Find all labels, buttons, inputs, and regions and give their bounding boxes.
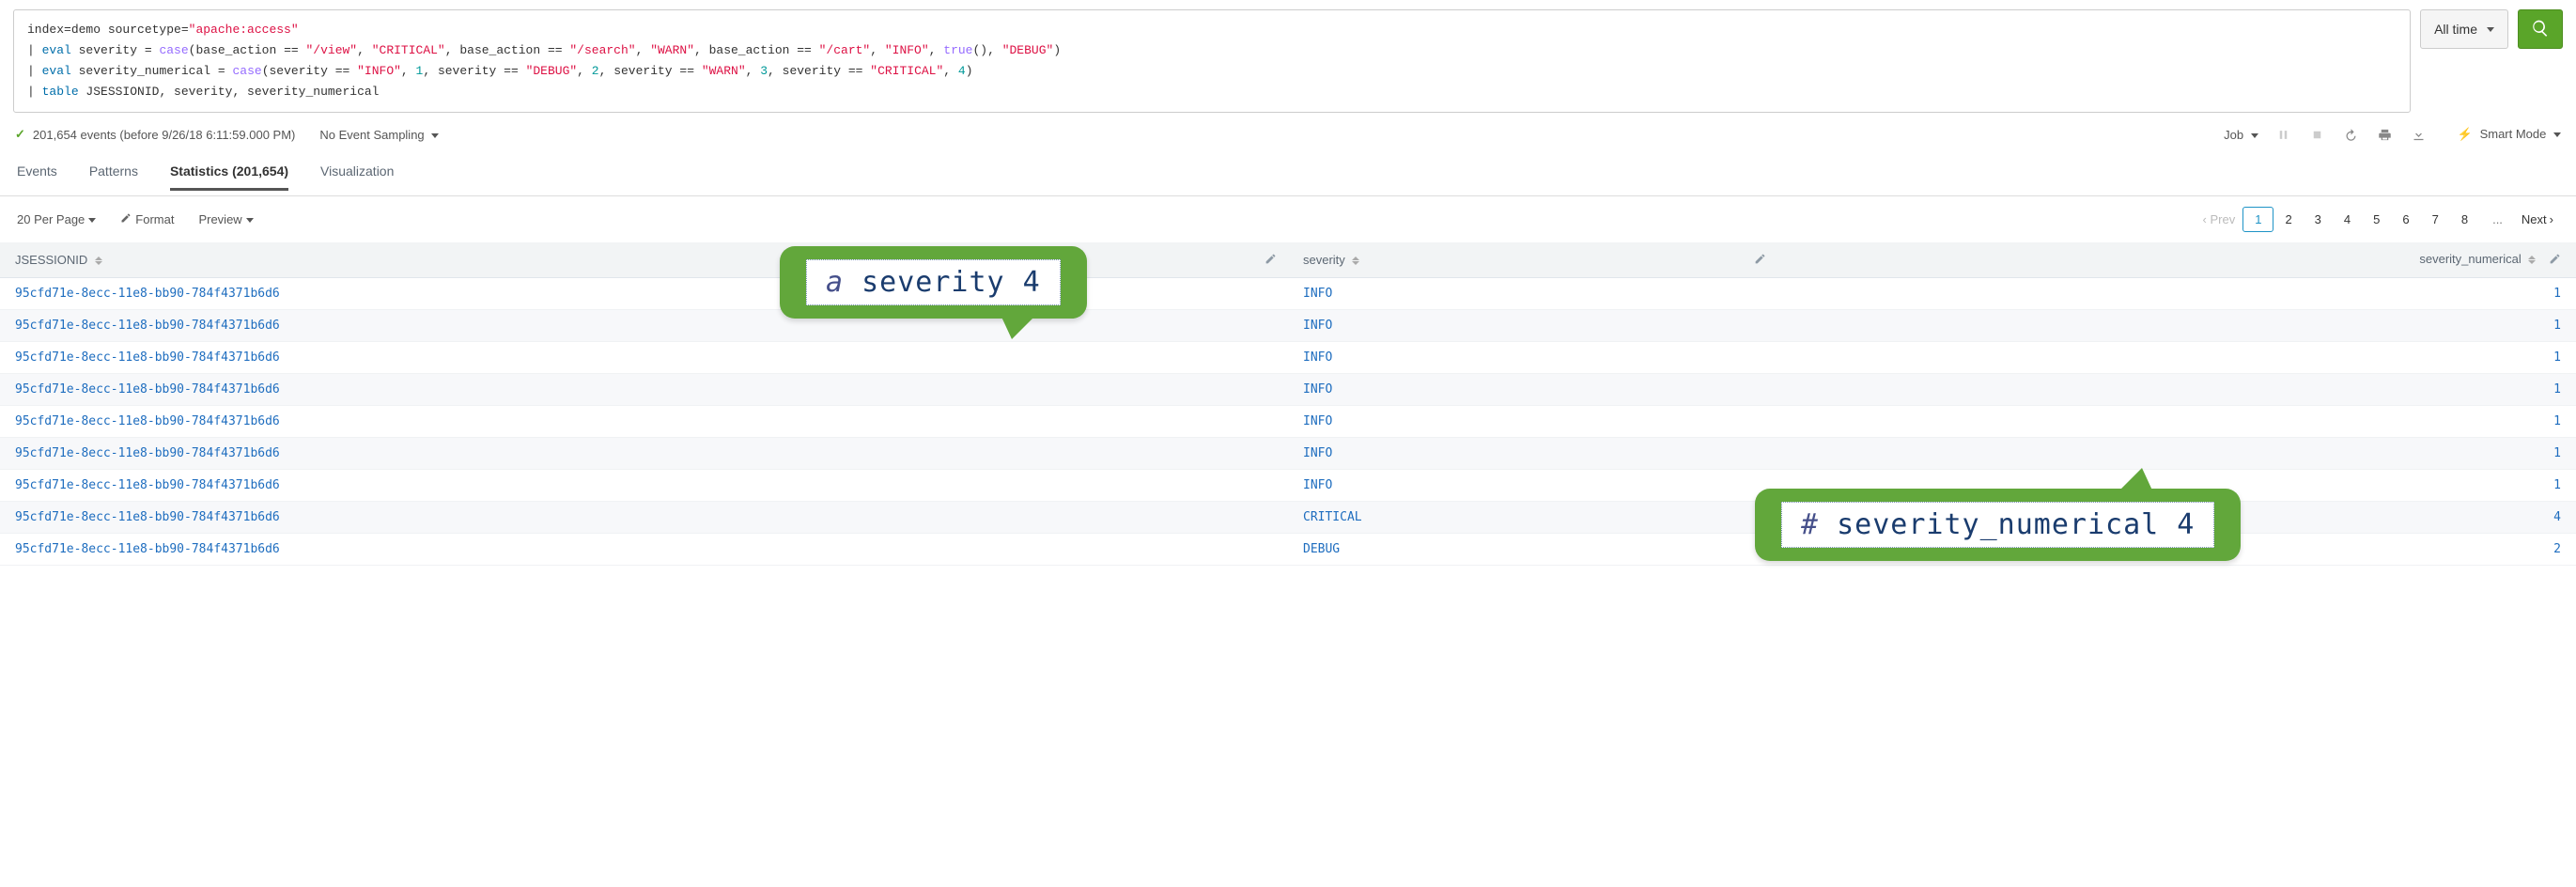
table-row: 95cfd71e-8ecc-11e8-bb90-784f4371b6d6INFO… xyxy=(0,309,2576,341)
table-row: 95cfd71e-8ecc-11e8-bb90-784f4371b6d6INFO… xyxy=(0,405,2576,437)
cell-severity[interactable]: CRITICAL xyxy=(1288,501,1777,533)
cell-jsessionid[interactable]: 95cfd71e-8ecc-11e8-bb90-784f4371b6d6 xyxy=(0,469,1288,501)
pager-page[interactable]: 8 xyxy=(2450,208,2479,231)
cell-severity-numerical[interactable]: 1 xyxy=(1777,341,2576,373)
cell-jsessionid[interactable]: 95cfd71e-8ecc-11e8-bb90-784f4371b6d6 xyxy=(0,437,1288,469)
cell-severity[interactable]: INFO xyxy=(1288,405,1777,437)
callout-severity: a severity 4 xyxy=(780,246,1087,319)
format-button[interactable]: Format xyxy=(120,212,174,226)
pager-ellipsis: ... xyxy=(2487,208,2508,231)
cell-severity[interactable]: INFO xyxy=(1288,469,1777,501)
pencil-icon[interactable] xyxy=(1754,253,1766,268)
cell-jsessionid[interactable]: 95cfd71e-8ecc-11e8-bb90-784f4371b6d6 xyxy=(0,533,1288,565)
pager-page[interactable]: 2 xyxy=(2273,208,2303,231)
table-row: 95cfd71e-8ecc-11e8-bb90-784f4371b6d6INFO… xyxy=(0,341,2576,373)
pencil-icon[interactable] xyxy=(2549,253,2561,268)
cell-severity-numerical[interactable]: 1 xyxy=(1777,277,2576,309)
cell-severity[interactable]: INFO xyxy=(1288,437,1777,469)
sort-icon xyxy=(2528,256,2536,264)
job-menu[interactable]: Job xyxy=(2224,128,2258,142)
cell-jsessionid[interactable]: 95cfd71e-8ecc-11e8-bb90-784f4371b6d6 xyxy=(0,277,1288,309)
table-row: 95cfd71e-8ecc-11e8-bb90-784f4371b6d6INFO… xyxy=(0,437,2576,469)
cell-severity[interactable]: INFO xyxy=(1288,309,1777,341)
cell-jsessionid[interactable]: 95cfd71e-8ecc-11e8-bb90-784f4371b6d6 xyxy=(0,405,1288,437)
run-search-button[interactable] xyxy=(2518,9,2563,49)
cell-severity-numerical[interactable]: 1 xyxy=(1777,309,2576,341)
cell-severity-numerical[interactable]: 1 xyxy=(1777,437,2576,469)
column-header-jsessionid[interactable]: JSESSIONID xyxy=(0,242,1288,277)
time-range-label: All time xyxy=(2434,22,2477,37)
pager-page[interactable]: 6 xyxy=(2391,208,2420,231)
event-sampling-dropdown[interactable]: No Event Sampling xyxy=(319,128,439,142)
cell-severity[interactable]: INFO xyxy=(1288,373,1777,405)
pager-page[interactable]: 5 xyxy=(2362,208,2391,231)
table-row: 95cfd71e-8ecc-11e8-bb90-784f4371b6d6INFO… xyxy=(0,277,2576,309)
table-row: 95cfd71e-8ecc-11e8-bb90-784f4371b6d6INFO… xyxy=(0,373,2576,405)
pager-prev[interactable]: ‹ Prev xyxy=(2203,212,2236,226)
stop-icon[interactable] xyxy=(2309,126,2326,143)
search-icon xyxy=(2531,19,2550,40)
pager-page[interactable]: 1 xyxy=(2242,207,2273,232)
pager-page[interactable]: 7 xyxy=(2421,208,2450,231)
export-icon[interactable] xyxy=(2411,126,2428,143)
tab-patterns[interactable]: Patterns xyxy=(89,158,138,190)
pencil-icon xyxy=(120,212,132,226)
smart-mode-dropdown[interactable]: ⚡ Smart Mode xyxy=(2458,127,2561,142)
cell-jsessionid[interactable]: 95cfd71e-8ecc-11e8-bb90-784f4371b6d6 xyxy=(0,501,1288,533)
sort-icon xyxy=(95,257,102,265)
chevron-left-icon: ‹ xyxy=(2203,212,2207,226)
pause-icon[interactable] xyxy=(2275,126,2292,143)
column-header-severity-numerical[interactable]: severity_numerical xyxy=(1777,242,2576,277)
tab-events[interactable]: Events xyxy=(17,158,57,190)
print-icon[interactable] xyxy=(2377,126,2394,143)
pager-next[interactable]: Next › xyxy=(2516,208,2559,231)
tab-statistics[interactable]: Statistics (201,654) xyxy=(170,158,288,191)
pager-page[interactable]: 3 xyxy=(2304,208,2333,231)
cell-jsessionid[interactable]: 95cfd71e-8ecc-11e8-bb90-784f4371b6d6 xyxy=(0,341,1288,373)
sort-icon xyxy=(1352,257,1359,265)
cell-severity[interactable]: INFO xyxy=(1288,277,1777,309)
cell-jsessionid[interactable]: 95cfd71e-8ecc-11e8-bb90-784f4371b6d6 xyxy=(0,309,1288,341)
preview-dropdown[interactable]: Preview xyxy=(198,212,253,226)
callout-severity-numerical: # severity_numerical 4 xyxy=(1755,489,2241,561)
cell-severity-numerical[interactable]: 1 xyxy=(1777,373,2576,405)
chevron-right-icon: › xyxy=(2550,212,2553,226)
cell-severity[interactable]: DEBUG xyxy=(1288,533,1777,565)
pagination: ‹ Prev 12345678 ... Next › xyxy=(2203,208,2560,231)
cell-severity[interactable]: INFO xyxy=(1288,341,1777,373)
pager-page[interactable]: 4 xyxy=(2333,208,2362,231)
event-count-text: 201,654 events (before 9/26/18 6:11:59.0… xyxy=(33,128,295,142)
tab-visualization[interactable]: Visualization xyxy=(320,158,394,190)
column-header-severity[interactable]: severity xyxy=(1288,242,1777,277)
cell-severity-numerical[interactable]: 1 xyxy=(1777,405,2576,437)
reload-icon[interactable] xyxy=(2343,126,2360,143)
pencil-icon[interactable] xyxy=(1265,253,1277,268)
status-check-icon: ✓ xyxy=(15,127,25,142)
per-page-dropdown[interactable]: 20 Per Page xyxy=(17,212,96,226)
time-range-picker[interactable]: All time xyxy=(2420,9,2508,49)
lightning-icon: ⚡ xyxy=(2458,127,2473,141)
search-input[interactable]: index=demo sourcetype="apache:access"| e… xyxy=(13,9,2411,113)
cell-jsessionid[interactable]: 95cfd71e-8ecc-11e8-bb90-784f4371b6d6 xyxy=(0,373,1288,405)
